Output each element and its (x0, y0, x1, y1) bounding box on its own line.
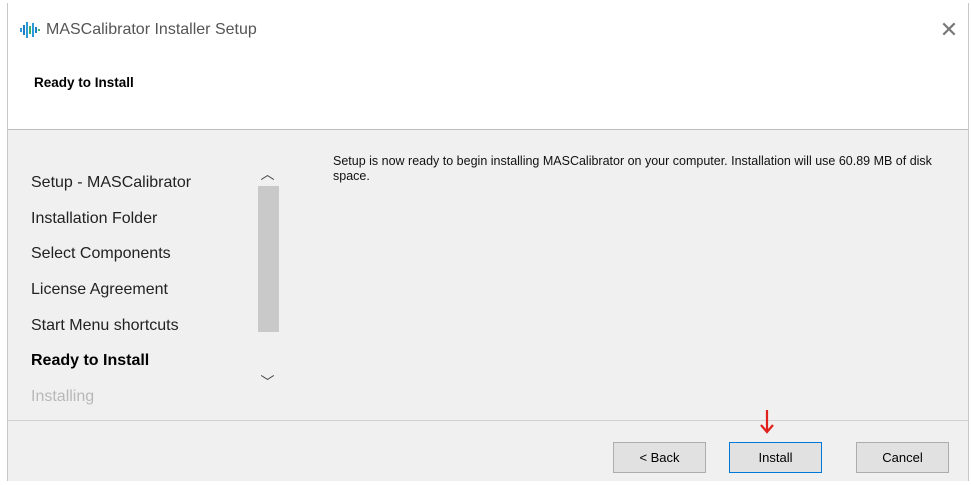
cancel-button[interactable]: Cancel (856, 442, 949, 473)
content-area: Setup - MASCalibrator Installation Folde… (8, 130, 968, 421)
red-down-arrow-icon (760, 410, 774, 434)
page-title: Ready to Install (34, 75, 134, 90)
step-setup: Setup - MASCalibrator (31, 174, 192, 191)
chevron-down-icon[interactable]: ﹀ (256, 372, 279, 392)
close-icon[interactable]: ✕ (934, 15, 964, 45)
scrollbar-thumb[interactable] (258, 186, 279, 332)
page-header: Ready to Install (8, 49, 968, 130)
step-license-agreement: License Agreement (31, 281, 168, 298)
back-button[interactable]: < Back (613, 442, 706, 473)
title-bar[interactable]: MASCalibrator Installer Setup ✕ (8, 3, 968, 49)
installer-window: MASCalibrator Installer Setup ✕ Ready to… (7, 3, 969, 481)
ready-message: Setup is now ready to begin installing M… (333, 154, 932, 183)
steps-list: Setup - MASCalibrator Installation Folde… (8, 130, 280, 405)
step-installing: Installing (31, 388, 95, 405)
button-bar: < Back Install Cancel (8, 421, 968, 481)
steps-scrollbar[interactable]: ︿ ﹀ (256, 164, 279, 394)
step-select-components: Select Components (31, 245, 171, 262)
step-ready-to-install: Ready to Install (31, 352, 150, 369)
window-title: MASCalibrator Installer Setup (46, 21, 257, 38)
waveform-app-icon (20, 22, 40, 38)
step-start-menu-shortcuts: Start Menu shortcuts (31, 317, 179, 334)
chevron-up-icon[interactable]: ︿ (256, 164, 279, 184)
step-installation-folder: Installation Folder (31, 210, 158, 227)
install-button[interactable]: Install (729, 442, 822, 473)
